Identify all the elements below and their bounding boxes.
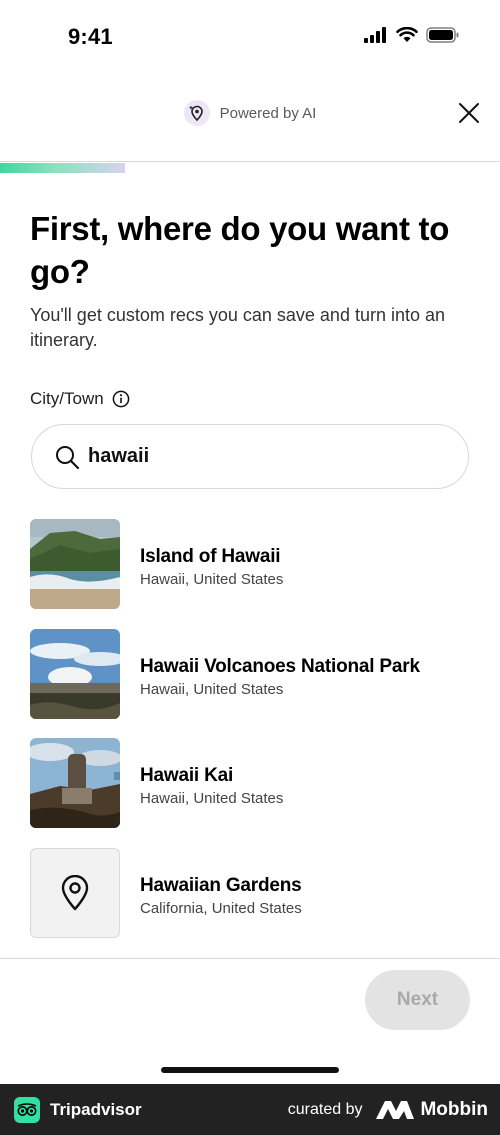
page-title: First, where do you want to go? xyxy=(30,210,450,290)
list-item[interactable]: Hawaii Kai Hawaii, United States xyxy=(30,738,470,848)
result-name: Hawaii Volcanoes National Park xyxy=(140,655,420,677)
search-results: Island of Hawaii Hawaii, United States H… xyxy=(30,519,470,957)
home-indicator xyxy=(161,1067,339,1073)
mobbin-label: Mobbin xyxy=(420,1098,488,1120)
city-search-input[interactable] xyxy=(88,445,428,468)
status-time: 9:41 xyxy=(68,24,113,49)
battery-icon xyxy=(426,27,459,43)
city-field-label-row: City/Town xyxy=(30,389,130,409)
wifi-icon xyxy=(396,27,418,42)
result-name: Hawaii Kai xyxy=(140,765,234,786)
close-icon xyxy=(459,103,479,123)
result-location: California, United States xyxy=(140,899,302,917)
result-location: Hawaii, United States xyxy=(140,680,284,698)
status-icons xyxy=(364,27,460,43)
city-field-label: City/Town xyxy=(30,389,104,408)
list-item[interactable]: Hawaii Volcanoes National Park Hawaii, U… xyxy=(30,628,470,739)
powered-by-ai: Powered by AI xyxy=(0,100,500,126)
search-icon xyxy=(54,444,80,470)
footer-divider xyxy=(0,958,500,959)
city-search-box[interactable] xyxy=(31,424,469,489)
info-icon[interactable] xyxy=(112,390,130,408)
list-item[interactable]: Island of Hawaii Hawaii, United States xyxy=(30,519,470,629)
result-location: Hawaii, United States xyxy=(140,571,284,588)
footer-brand: Tripadvisor xyxy=(50,1099,142,1119)
page-subtitle: You'll get custom recs you can save and … xyxy=(30,305,446,350)
map-pin-icon xyxy=(61,874,89,910)
curated-by-label: curated by xyxy=(287,1100,363,1118)
result-location: Hawaii, United States xyxy=(140,790,284,807)
mobbin-logo: Mobbin xyxy=(376,1099,488,1121)
location-thumbnail xyxy=(30,847,120,938)
result-name: Hawaiian Gardens xyxy=(140,874,302,896)
header-divider xyxy=(0,161,500,162)
monument-photo-thumbnail xyxy=(30,738,120,828)
powered-by-label: Powered by AI xyxy=(219,104,317,122)
close-button[interactable] xyxy=(456,100,482,126)
status-bar: 9:41 xyxy=(0,0,500,75)
ai-sparkle-pin-icon xyxy=(183,100,210,126)
mobbin-mark-icon xyxy=(376,1100,415,1119)
cellular-signal-icon xyxy=(364,27,386,43)
next-button[interactable]: Next xyxy=(365,970,470,1030)
footer-bar: Tripadvisor curated by Mobbin xyxy=(0,1084,500,1135)
volcano-photo-thumbnail xyxy=(30,628,120,719)
result-name: Island of Hawaii xyxy=(140,546,281,567)
progress-bar xyxy=(0,163,125,173)
beach-photo-thumbnail xyxy=(30,519,120,609)
tripadvisor-logo-icon xyxy=(14,1096,40,1123)
list-item[interactable]: Hawaiian Gardens California, United Stat… xyxy=(30,847,470,958)
header: Powered by AI xyxy=(0,90,500,138)
